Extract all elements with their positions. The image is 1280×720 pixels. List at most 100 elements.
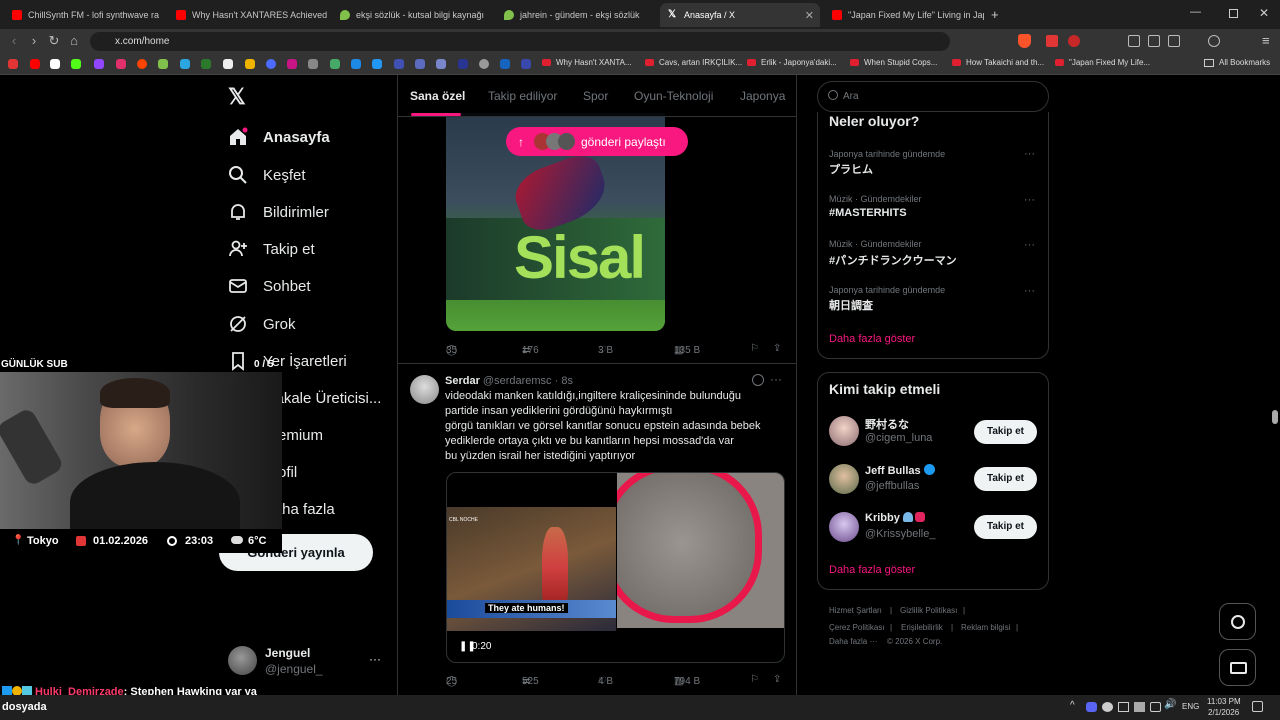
forward-icon[interactable]: › [26,33,42,48]
tab-sports[interactable]: Spor [583,89,608,103]
trend-more-icon[interactable]: ··· [1024,148,1035,160]
search-input[interactable]: Ara [817,81,1049,112]
post-more-icon[interactable]: ··· [770,372,782,386]
all-bookmarks-button[interactable]: All Bookmarks [1204,58,1270,67]
author-name[interactable]: Serdar [445,375,480,387]
tray-icon[interactable] [1118,702,1129,712]
back-icon[interactable]: ‹ [6,33,22,48]
bookmark-icon[interactable] [372,59,382,69]
nav-notifications[interactable]: Bildirimler [228,202,329,222]
avatar[interactable] [829,464,859,494]
twitch-icon[interactable] [94,59,104,69]
wallet-icon[interactable] [1168,35,1180,47]
reddit-icon[interactable] [137,59,147,69]
bookmark-icon[interactable] [201,59,211,69]
x-logo-icon[interactable]: 𝕏 [228,84,246,110]
network-icon[interactable] [1150,702,1161,712]
tray-icon[interactable] [1134,702,1145,712]
bookmark-icon[interactable] [330,59,340,69]
suggested-user-name[interactable]: Kribby [865,512,925,524]
post-video[interactable]: CBL NOCHE They ate humans! ❚❚ 0:20 [446,472,785,663]
trend-item[interactable]: #MASTERHITS [829,207,907,219]
close-window-icon[interactable]: ✕ [1259,6,1269,20]
bookmark-icon[interactable] [436,59,446,69]
trend-more-icon[interactable]: ··· [1024,285,1035,297]
link-icon[interactable] [1208,35,1220,47]
account-more-icon[interactable]: ··· [369,652,381,666]
extension-icon[interactable] [1068,35,1080,47]
bookmark-icon[interactable] [458,59,468,69]
browser-tab-active[interactable]: 𝕏 Anasayfa / X ✕ [660,3,820,27]
follow-button[interactable]: Takip et [974,467,1037,491]
suggested-user-name[interactable]: Jeff Bullas [865,464,935,477]
bookmark-icon[interactable] [415,59,425,69]
trend-item[interactable]: #パンチドランクウーマン [829,252,957,268]
grok-float-button[interactable] [1219,603,1256,640]
bookmark-link[interactable]: Erlik - Japonya'daki... [747,58,837,67]
bookmark-link[interactable]: Cavs, artan IRKÇILIK... [645,58,742,67]
bookmark-icon[interactable] [287,59,297,69]
taskbar-date[interactable]: 2/1/2026 [1208,708,1239,717]
avatar[interactable] [410,375,439,404]
bookmark-icon[interactable] [308,59,318,69]
trend-more-icon[interactable]: ··· [1024,239,1035,251]
eksi-icon[interactable] [158,59,168,69]
bookmark-icon[interactable]: ⚐ [750,674,759,685]
url-field[interactable]: x.com/home [90,32,950,51]
new-tab-icon[interactable]: + [991,7,999,22]
bookmark-icon[interactable] [521,59,531,69]
grok-icon[interactable] [752,374,764,386]
brave-shield-icon[interactable] [1018,34,1031,48]
kick-icon[interactable] [71,59,81,69]
browser-tab[interactable]: jahrein - gündem - ekşi sözlük [496,3,656,27]
author-handle[interactable]: @serdaremsc [483,375,552,387]
nav-chat[interactable]: Sohbet [228,276,311,296]
footer-link[interactable]: Erişilebilirlik [901,623,943,632]
bookmark-icon[interactable] [394,59,404,69]
tray-icon[interactable] [1102,702,1113,712]
browser-tab[interactable]: ChillSynth FM - lofi synthwave ra [4,3,164,27]
youtube-icon[interactable] [30,59,40,69]
browser-tab[interactable]: "Japan Fixed My Life" Living in Japan [824,3,984,27]
puzzle-icon[interactable] [1128,35,1140,47]
tab-for-you[interactable]: Sana özel [410,89,465,103]
volume-icon[interactable]: 🔊 [1164,699,1176,710]
notification-icon[interactable] [1252,701,1263,712]
post-author[interactable]: Serdar @serdaremsc · 8s [445,375,573,387]
tab-japan[interactable]: Japonya [740,89,785,103]
show-more-trends[interactable]: Daha fazla göster [829,333,915,345]
trend-more-icon[interactable]: ··· [1024,194,1035,206]
post-time[interactable]: · 8s [555,375,573,387]
bookmark-icon[interactable] [223,59,233,69]
bookmark-link[interactable]: "Japan Fixed My Life... [1055,58,1150,67]
show-hidden-icons[interactable]: ^ [1070,700,1075,711]
bookmark-icon[interactable] [266,59,276,69]
scrollbar[interactable] [1272,410,1278,424]
nav-explore[interactable]: Keşfet [228,165,306,185]
tab-following[interactable]: Takip ediliyor [488,89,557,103]
taskbar-clock[interactable]: 11:03 PM [1207,697,1241,706]
footer-link[interactable]: Hizmet Şartları [829,606,882,615]
nav-follow[interactable]: Takip et [228,239,315,259]
bookmark-link[interactable]: Why Hasn't XANTA... [542,58,632,67]
reload-icon[interactable]: ↻ [46,33,62,49]
nav-home[interactable]: Anasayfa [228,127,330,147]
footer-link[interactable]: Reklam bilgisi [961,623,1010,632]
bookmark-icon[interactable] [245,59,255,69]
nav-bookmarks[interactable]: Yer İşaretleri [228,351,347,371]
bookmark-icon[interactable]: ⚐ [750,343,759,354]
footer-link[interactable]: Çerez Politikası [829,623,885,632]
trend-item[interactable]: 朝日調査 [829,297,873,313]
browser-tab[interactable]: Why Hasn't XANTARES Achieved AN [168,3,328,27]
footer-link[interactable]: Gizlilik Politikası [900,606,957,615]
instagram-icon[interactable] [116,59,126,69]
x-logo-icon[interactable] [50,59,60,69]
trend-item[interactable]: プラヒム [829,161,873,177]
extension-icon[interactable] [1046,35,1058,47]
bookmark-icon[interactable] [8,59,18,69]
follow-button[interactable]: Takip et [974,515,1037,539]
follow-button[interactable]: Takip et [974,420,1037,444]
language-indicator[interactable]: ENG [1182,702,1199,711]
nav-grok[interactable]: Grok [228,314,296,334]
minimize-icon[interactable]: — [1190,6,1201,18]
